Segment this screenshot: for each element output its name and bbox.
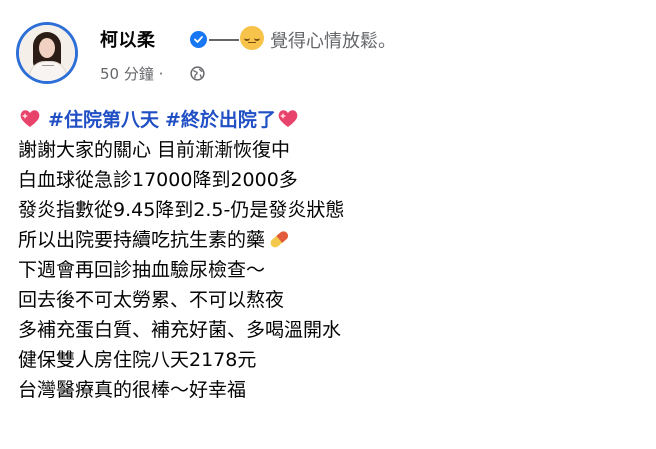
post-timestamp[interactable]: 50 分鐘 (100, 65, 154, 83)
post-line: 台灣醫療真的很棒～好幸福 (18, 379, 247, 401)
avatar-photo (19, 25, 75, 81)
hashtag-hospital-day[interactable]: #住院第八天 (48, 109, 159, 131)
post-line: 發炎指數從9.45降到2.5-仍是發炎狀態 (18, 199, 345, 221)
post-body: #住院第八天 #終於出院了 謝謝大家的關心 目前漸漸恢復中 白血球從急診1700… (18, 105, 344, 405)
post-line: 下週會再回診抽血驗尿檢查～ (18, 259, 266, 281)
verified-badge-icon (190, 31, 207, 48)
hashtag-discharged[interactable]: #終於出院了 (165, 109, 276, 131)
post-line: 所以出院要持續吃抗生素的藥 (18, 229, 266, 251)
sparkling-heart-icon (20, 110, 40, 127)
feeling-status: 覺得心情放鬆。 (270, 31, 396, 52)
post-line: 回去後不可太勞累、不可以熬夜 (18, 289, 285, 311)
post-line: 白血球從急診17000降到2000多 (18, 169, 298, 191)
relieved-face-icon (240, 26, 264, 50)
post-line: 健保雙人房住院八天2178元 (18, 349, 257, 371)
author-avatar[interactable] (16, 22, 78, 84)
post-line: 多補充蛋白質、補充好菌、多喝溫開水 (18, 319, 342, 341)
facebook-post: 柯以柔 覺得心情放鬆。 50 分鐘 · #住院第八天 #終於出院了 謝謝大家的關… (0, 0, 656, 449)
feeling-connector (209, 39, 239, 41)
author-name[interactable]: 柯以柔 (100, 26, 156, 52)
post-line-medicine: 所以出院要持續吃抗生素的藥 (18, 225, 344, 255)
sparkling-heart-icon (278, 110, 298, 127)
meta-separator: · (158, 65, 164, 83)
pill-icon (270, 231, 289, 248)
post-meta: 50 分鐘 · (100, 63, 163, 84)
post-line: 謝謝大家的關心 目前漸漸恢復中 (18, 139, 291, 161)
globe-icon[interactable] (190, 66, 205, 81)
hashtag-line: #住院第八天 #終於出院了 (18, 105, 344, 135)
